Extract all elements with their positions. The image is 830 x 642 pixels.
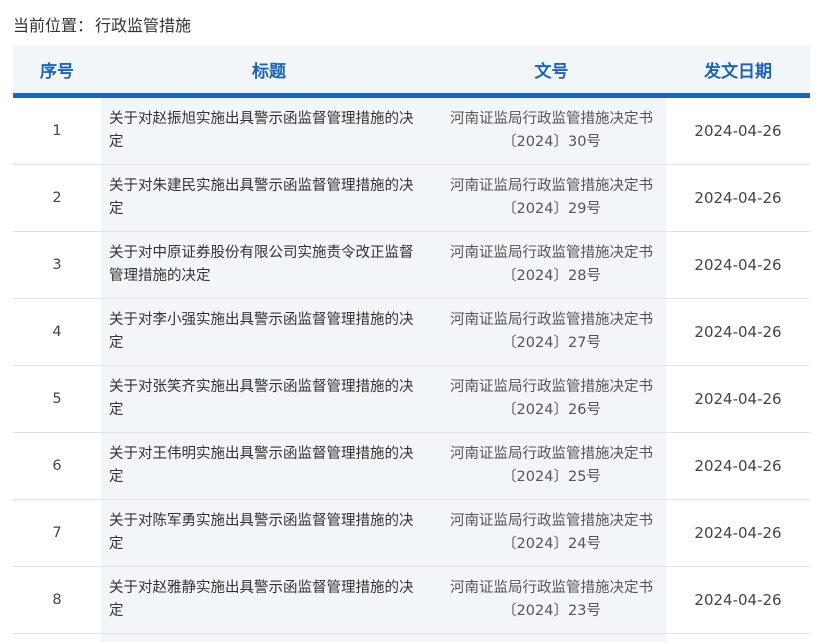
row-doc-number: 河南证监局行政监管措施决定书〔2024〕29号 (437, 164, 666, 232)
column-header-index: 序号 (13, 45, 101, 98)
row-index: 5 (13, 365, 101, 433)
row-index-empty (13, 633, 101, 642)
row-index: 8 (13, 566, 101, 634)
table-row: 3 关于对中原证券股份有限公司实施责令改正监督管理措施的决定 河南证监局行政监管… (13, 231, 810, 299)
column-header-date: 发文日期 (666, 45, 810, 98)
table-row: 6 关于对王伟明实施出具警示函监督管理措施的决定 河南证监局行政监管措施决定书〔… (13, 432, 810, 500)
row-date: 2024-04-26 (666, 298, 810, 366)
table-row-cut-off (13, 633, 810, 642)
table-row: 7 关于对陈军勇实施出具警示函监督管理措施的决定 河南证监局行政监管措施决定书〔… (13, 499, 810, 567)
row-index: 6 (13, 432, 101, 500)
row-date: 2024-04-26 (666, 432, 810, 500)
row-index: 4 (13, 298, 101, 366)
row-index: 7 (13, 499, 101, 567)
row-index: 3 (13, 231, 101, 299)
table-header: 序号 标题 文号 发文日期 (13, 45, 810, 98)
row-title-link[interactable]: 关于对王伟明实施出具警示函监督管理措施的决定 (101, 432, 437, 500)
table-body: 1 关于对赵振旭实施出具警示函监督管理措施的决定 河南证监局行政监管措施决定书〔… (13, 95, 810, 642)
row-date: 2024-04-26 (666, 95, 810, 165)
row-title-link[interactable]: 关于对赵振旭实施出具警示函监督管理措施的决定 (101, 95, 437, 165)
row-title-empty (101, 633, 437, 642)
breadcrumb: 当前位置： 行政监管措施 (13, 14, 191, 38)
row-date: 2024-04-26 (666, 499, 810, 567)
row-title-link[interactable]: 关于对中原证券股份有限公司实施责令改正监督管理措施的决定 (101, 231, 437, 299)
row-doc-number: 河南证监局行政监管措施决定书〔2024〕24号 (437, 499, 666, 567)
row-doc-number: 河南证监局行政监管措施决定书〔2024〕25号 (437, 432, 666, 500)
row-date: 2024-04-26 (666, 566, 810, 634)
row-title-link[interactable]: 关于对张笑齐实施出具警示函监督管理措施的决定 (101, 365, 437, 433)
row-doc-number: 河南证监局行政监管措施决定书〔2024〕28号 (437, 231, 666, 299)
column-header-doc-number: 文号 (437, 45, 666, 98)
column-header-title: 标题 (101, 45, 437, 98)
row-doc-number: 河南证监局行政监管措施决定书〔2024〕30号 (437, 95, 666, 165)
breadcrumb-current[interactable]: 行政监管措施 (95, 16, 191, 35)
page: 当前位置： 行政监管措施 序号 标题 文号 发文日期 1 关于对赵振旭实施出具警示… (0, 0, 830, 642)
row-index: 2 (13, 164, 101, 232)
row-title-link[interactable]: 关于对朱建民实施出具警示函监督管理措施的决定 (101, 164, 437, 232)
table-header-row: 序号 标题 文号 发文日期 (13, 45, 810, 98)
row-date: 2024-04-26 (666, 231, 810, 299)
table-row: 2 关于对朱建民实施出具警示函监督管理措施的决定 河南证监局行政监管措施决定书〔… (13, 164, 810, 232)
row-doc-number: 河南证监局行政监管措施决定书〔2024〕27号 (437, 298, 666, 366)
table-row: 1 关于对赵振旭实施出具警示函监督管理措施的决定 河南证监局行政监管措施决定书〔… (13, 95, 810, 165)
row-index: 1 (13, 95, 101, 165)
row-date: 2024-04-26 (666, 164, 810, 232)
row-date: 2024-04-26 (666, 365, 810, 433)
table-row: 4 关于对李小强实施出具警示函监督管理措施的决定 河南证监局行政监管措施决定书〔… (13, 298, 810, 366)
breadcrumb-label: 当前位置： (13, 16, 94, 35)
row-doc-number: 河南证监局行政监管措施决定书〔2024〕23号 (437, 566, 666, 634)
row-title-link[interactable]: 关于对赵雅静实施出具警示函监督管理措施的决定 (101, 566, 437, 634)
table-row: 8 关于对赵雅静实施出具警示函监督管理措施的决定 河南证监局行政监管措施决定书〔… (13, 566, 810, 634)
row-doc-number: 河南证监局行政监管措施决定书〔2024〕26号 (437, 365, 666, 433)
row-doc-number-empty (437, 633, 666, 642)
row-title-link[interactable]: 关于对陈军勇实施出具警示函监督管理措施的决定 (101, 499, 437, 567)
measures-table: 序号 标题 文号 发文日期 1 关于对赵振旭实施出具警示函监督管理措施的决定 河… (13, 45, 810, 642)
table-row: 5 关于对张笑齐实施出具警示函监督管理措施的决定 河南证监局行政监管措施决定书〔… (13, 365, 810, 433)
row-date-empty (666, 633, 810, 642)
row-title-link[interactable]: 关于对李小强实施出具警示函监督管理措施的决定 (101, 298, 437, 366)
